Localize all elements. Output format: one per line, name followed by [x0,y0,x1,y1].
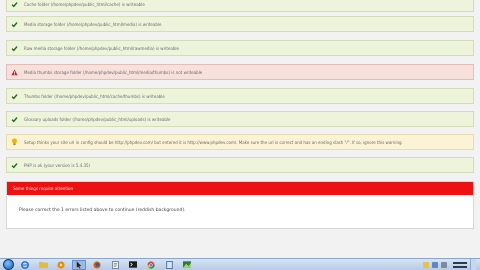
check-row-text: Thumbs folder (/home/phpdev/public_html/… [24,93,165,99]
check-row-cache: Cache folder (/home/phpdev/public_html/c… [6,0,474,12]
alert-title: Some things require attention [7,182,473,195]
start-orb-icon[interactable] [3,259,14,270]
document-app-icon[interactable] [108,260,122,270]
alert-message: Please correct the 1 errors listed above… [19,208,186,213]
check-icon [11,45,18,52]
check-row-rawmedia: Raw media storage folder (/home/phpdev/p… [6,40,474,56]
notepad-icon[interactable] [162,260,176,270]
check-row-thumbs: Thumbs folder (/home/phpdev/public_html/… [6,88,474,104]
lightbulb-icon [11,138,18,146]
ie-browser-icon[interactable] [18,260,32,270]
firefox-icon[interactable] [90,260,104,270]
check-row-text: PHP is ok (your version is 5.4.35) [24,162,91,168]
check-row-url-warning: Setup thinks your site url in config sho… [6,134,474,150]
check-row-thumbs-error: Media thumbs storage folder (/home/phpde… [6,64,474,80]
check-row-text: Media thumbs storage folder (/home/phpde… [24,69,203,75]
check-row-text: Raw media storage folder (/home/phpdev/p… [24,45,179,51]
volume-icon[interactable] [441,261,447,268]
terminal-icon[interactable] [126,260,140,270]
attention-alert: Some things require attention Please cor… [6,181,474,229]
photo-app-icon[interactable] [180,260,194,270]
check-row-text: Setup thinks your site url in config sho… [24,139,403,145]
check-row-text: Cache folder (/home/phpdev/public_html/c… [24,1,145,7]
check-icon [11,162,18,169]
check-icon [11,1,18,8]
install-check-page: Cache folder (/home/phpdev/public_html/c… [0,0,480,258]
clock[interactable] [453,261,467,268]
check-icon [11,116,18,123]
check-row-php: PHP is ok (your version is 5.4.35) [6,157,474,173]
media-player-icon[interactable] [54,260,68,270]
flag-icon[interactable] [423,261,429,268]
check-row-text: Glossary uploads folder (/home/phpdev/pu… [24,116,171,122]
network-icon[interactable] [432,261,438,268]
check-icon [11,21,18,28]
check-row-media: Media storage folder (/home/phpdev/publi… [6,16,474,32]
cursor-app-icon[interactable] [72,259,86,270]
warning-triangle-icon [11,69,18,76]
file-explorer-icon[interactable] [36,260,50,270]
check-row-text: Media storage folder (/home/phpdev/publi… [24,21,162,27]
chrome-icon[interactable] [144,260,158,270]
system-tray [420,258,480,270]
check-row-uploads: Glossary uploads folder (/home/phpdev/pu… [6,111,474,127]
windows-taskbar [0,258,480,270]
show-desktop-button[interactable] [470,258,476,270]
check-icon [11,93,18,100]
